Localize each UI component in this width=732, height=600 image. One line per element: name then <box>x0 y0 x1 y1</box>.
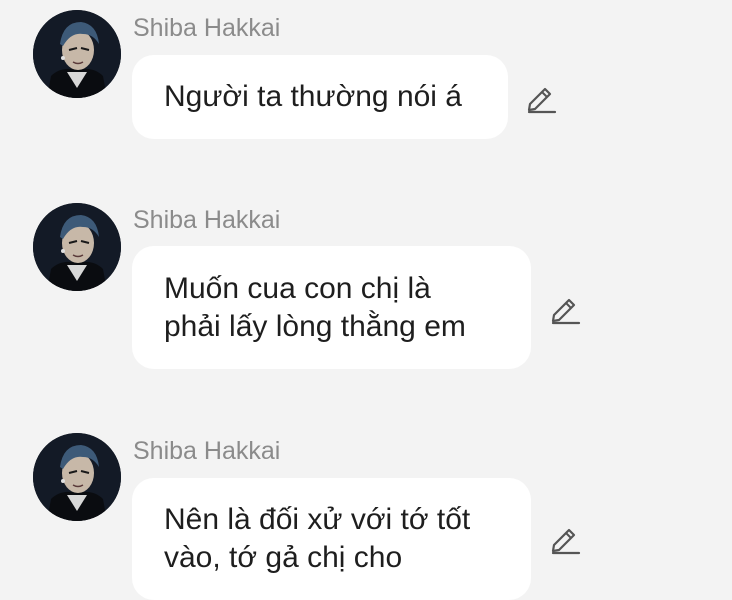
edit-pencil-icon[interactable] <box>548 521 582 555</box>
message-line: Muốn cua con chị là <box>164 271 431 305</box>
sender-name: Shiba Hakkai <box>133 206 281 234</box>
edit-pencil-icon[interactable] <box>524 80 558 114</box>
sender-name: Shiba Hakkai <box>133 14 281 42</box>
sender-name: Shiba Hakkai <box>133 437 281 465</box>
user-avatar-icon[interactable] <box>33 433 121 521</box>
edit-pencil-icon[interactable] <box>548 291 582 325</box>
user-avatar-icon[interactable] <box>33 203 121 291</box>
message-line: Nên là đối xử với tớ tốt <box>164 503 471 536</box>
message-bubble[interactable]: Nên là đối xử với tớ tốt vào, tớ gả chị … <box>132 478 531 600</box>
message-line: vào, tớ gả chị cho <box>164 541 403 574</box>
message-bubble[interactable]: Muốn cua con chị là phải lấy lòng thằng … <box>132 246 531 369</box>
message-line: Người ta thường nói á <box>164 80 462 113</box>
user-avatar-icon[interactable] <box>33 10 121 98</box>
message-bubble[interactable]: Người ta thường nói á <box>132 55 508 139</box>
message-line: phải lấy lòng thằng em <box>164 309 466 343</box>
